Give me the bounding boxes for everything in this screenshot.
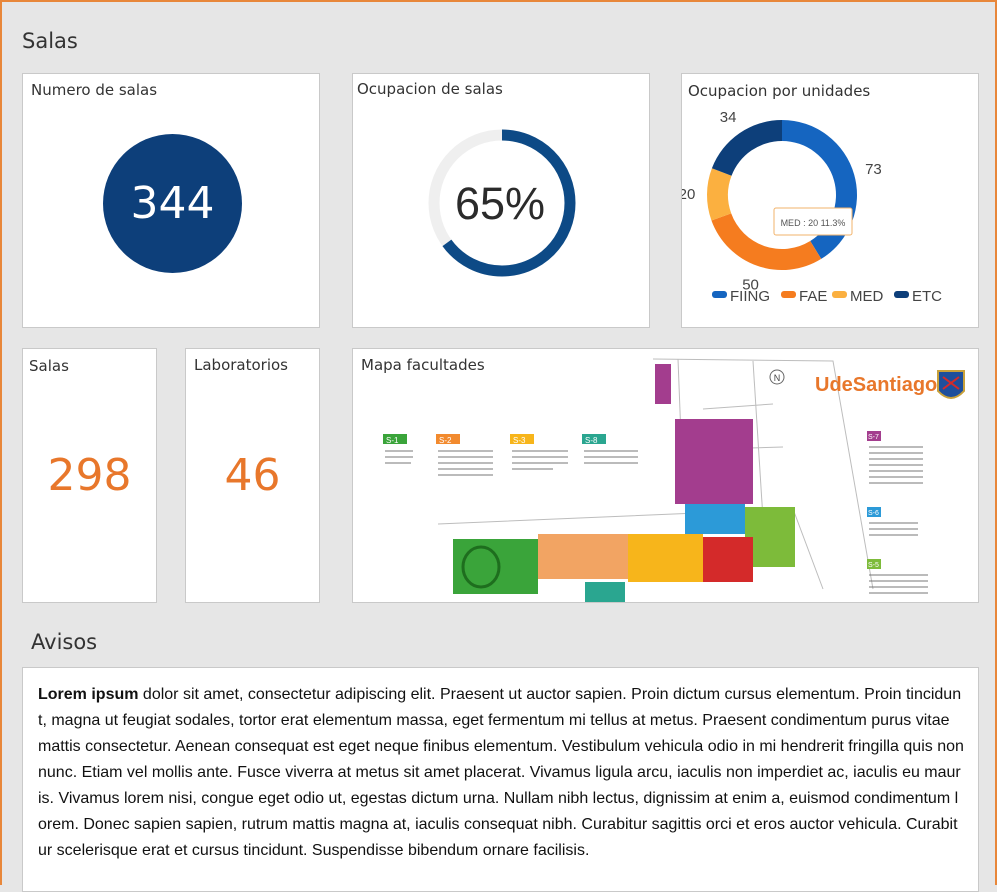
- map-zone-blue: [685, 504, 745, 534]
- donut-value-label-etc: 34: [720, 109, 737, 126]
- card-title-numero-salas: Numero de salas: [31, 81, 158, 99]
- donut-slice-etc[interactable]: [711, 120, 782, 176]
- tooltip-text: MED : 20 11.3%: [781, 218, 846, 228]
- card-ocupacion-unidades: Ocupacion por unidades 73 50 20 34 MED : 20…: [681, 73, 979, 328]
- svg-text:S-6: S-6: [868, 510, 879, 517]
- donut-slice-fiing[interactable]: [782, 120, 857, 259]
- map-legend-s7: S-7: [867, 431, 923, 484]
- section-title-avisos: Avisos: [31, 630, 98, 654]
- legend-swatch-med: [832, 291, 847, 298]
- legend-swatch-fae: [781, 291, 796, 298]
- avisos-bold-lead: Lorem ipsum: [38, 686, 139, 703]
- numero-salas-circle: 344: [103, 134, 242, 273]
- map-zone-purple: [675, 419, 753, 504]
- svg-text:S-3: S-3: [513, 436, 526, 445]
- svg-text:N: N: [774, 373, 781, 383]
- legend-item-etc[interactable]: ETC: [894, 288, 942, 305]
- campus-map[interactable]: N S-1 S-2 S-3 S-8 S-7 S-6 S-5 UdeSantiag…: [353, 349, 979, 603]
- svg-text:S-8: S-8: [585, 436, 598, 445]
- card-title-mapa: Mapa facultades: [361, 356, 485, 374]
- map-zone-teal: [585, 582, 625, 602]
- map-legend-s5: S-5: [867, 559, 928, 594]
- legend-label-fae: FAE: [799, 288, 827, 305]
- donut-slice-med[interactable]: [707, 168, 732, 221]
- legend-swatch-fiing: [712, 291, 727, 298]
- legend-label-med: MED: [850, 288, 884, 305]
- section-title-salas: Salas: [22, 29, 78, 53]
- udesantiago-logo: UdeSantiago: [815, 370, 965, 399]
- donut-value-label-med: 20: [682, 186, 695, 203]
- card-title-laboratorios: Laboratorios: [194, 356, 288, 374]
- card-numero-salas: Numero de salas 344: [22, 73, 320, 328]
- legend-item-med[interactable]: MED: [832, 288, 884, 305]
- unidades-donut-chart: 73502034 MED : 20 11.3% FIING FAE MED ETC: [682, 109, 942, 305]
- map-legend-s6: S-6: [867, 507, 918, 536]
- map-zone-yellow: [628, 534, 703, 582]
- card-ocupacion-salas: Ocupacion de salas 65%: [352, 73, 650, 328]
- map-legend-s1: S-1: [383, 434, 413, 464]
- card-mapa-facultades: Mapa facultades N S-1 S-2 S-3 S-8 S-7 S-…: [352, 348, 979, 603]
- svg-text:S-7: S-7: [868, 434, 879, 441]
- svg-text:UdeSantiago: UdeSantiago: [815, 374, 937, 396]
- legend-label-fiing: FIING: [730, 288, 770, 305]
- card-laboratorios: Laboratorios 46: [185, 348, 320, 603]
- svg-text:S-1: S-1: [386, 436, 399, 445]
- card-salas: Salas 298: [22, 348, 157, 603]
- legend-item-fiing[interactable]: FIING: [712, 288, 770, 305]
- ocupacion-salas-value: 65%: [455, 178, 545, 229]
- map-legend-s2: S-2: [436, 434, 493, 476]
- map-legend-s8: S-8: [582, 434, 638, 464]
- map-legend-s3: S-3: [510, 434, 568, 470]
- ocupacion-gauge: 65%: [428, 129, 576, 277]
- svg-text:S-5: S-5: [868, 562, 879, 569]
- avisos-panel: Lorem ipsum dolor sit amet, consectetur …: [22, 667, 979, 892]
- legend-label-etc: ETC: [912, 288, 942, 305]
- map-zone-green-left: [453, 539, 538, 594]
- svg-text:S-2: S-2: [439, 436, 452, 445]
- salas-value: 298: [47, 450, 132, 501]
- avisos-text: dolor sit amet, consectetur adipiscing e…: [38, 686, 964, 859]
- legend-swatch-etc: [894, 291, 909, 298]
- laboratorios-value: 46: [224, 450, 281, 501]
- legend-item-fae[interactable]: FAE: [781, 288, 827, 305]
- map-zone-red: [703, 537, 753, 582]
- map-zone-orange: [538, 534, 628, 579]
- card-title-salas: Salas: [29, 357, 69, 375]
- donut-value-label-fiing: 73: [865, 161, 882, 178]
- numero-salas-value: 344: [130, 178, 215, 229]
- donut-tooltip: MED : 20 11.3%: [773, 207, 853, 236]
